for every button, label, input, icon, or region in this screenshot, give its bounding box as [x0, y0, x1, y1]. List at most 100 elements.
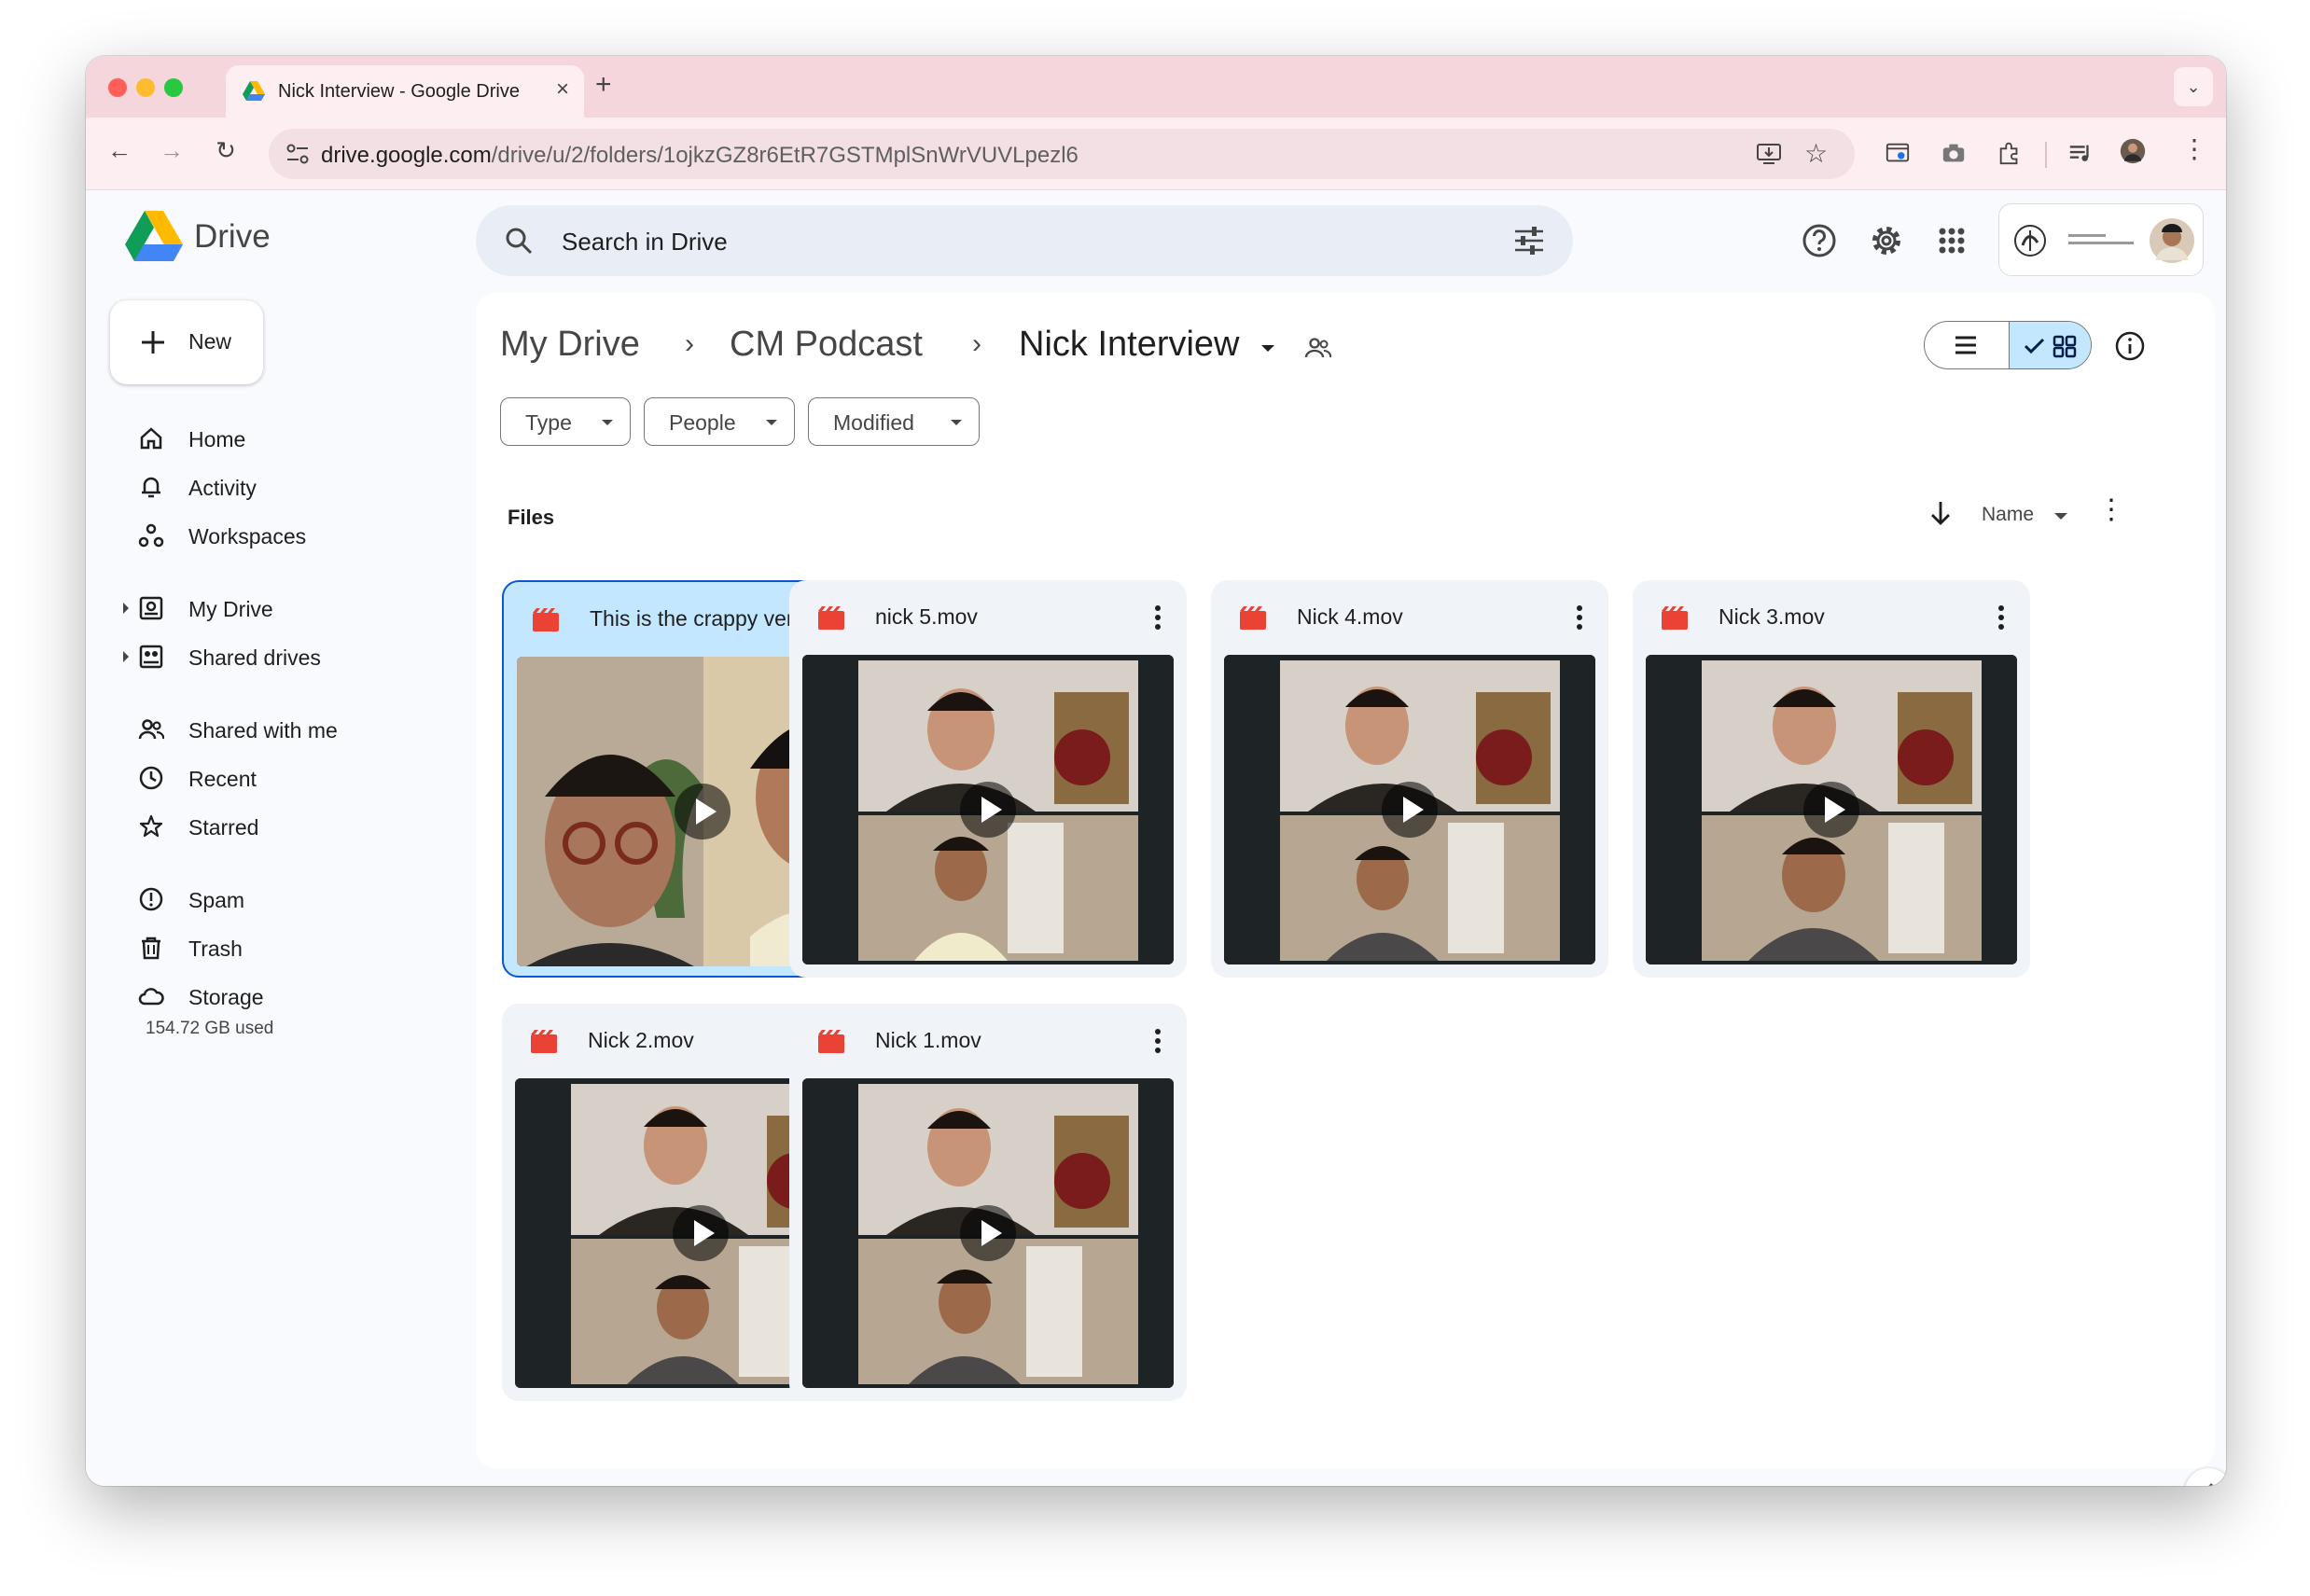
video-thumbnail[interactable] [1646, 655, 2017, 965]
filter-chip-type[interactable]: Type [500, 397, 631, 446]
play-button[interactable] [960, 1205, 1016, 1261]
account-switcher[interactable] [1998, 203, 2204, 276]
sidebar-item-activity[interactable]: Activity [86, 465, 440, 509]
collapse-side-panel-button[interactable] [2185, 1468, 2226, 1486]
play-button[interactable] [1803, 782, 1859, 838]
settings-gear-icon[interactable] [1868, 222, 1905, 259]
file-more-options-icon[interactable] [1569, 603, 1590, 632]
file-card[interactable]: nick 5.mov [789, 580, 1187, 978]
sidebar-item-label: Home [188, 427, 246, 451]
play-button[interactable] [960, 782, 1016, 838]
tab-search-button[interactable]: ⌄ [2174, 67, 2213, 106]
file-card[interactable]: Nick 3.mov [1633, 580, 2030, 978]
close-window-button[interactable] [108, 78, 127, 97]
sidebar-item-starred[interactable]: Starred [86, 804, 440, 849]
expand-caret-icon[interactable] [123, 651, 129, 662]
file-name: nick 5.mov [875, 604, 978, 629]
sidebar-item-recent[interactable]: Recent [86, 756, 440, 800]
sidebar-item-my-drive[interactable]: My Drive [86, 586, 440, 631]
site-settings-icon[interactable] [285, 143, 310, 165]
sidebar-item-label: My Drive [188, 597, 273, 621]
details-info-icon[interactable] [2114, 330, 2146, 362]
sort-by-name-button[interactable]: Name [1982, 504, 2034, 526]
play-button[interactable] [673, 1205, 729, 1261]
screen-share-icon[interactable] [1885, 140, 1911, 166]
browser-tab-active[interactable]: Nick Interview - Google Drive × [226, 65, 584, 118]
tab-title: Nick Interview - Google Drive [278, 81, 520, 102]
search-icon[interactable] [504, 226, 534, 256]
play-icon [1403, 797, 1424, 823]
sort-direction-arrow-icon[interactable] [1927, 498, 1954, 528]
filter-chip-people[interactable]: People [644, 397, 795, 446]
my-drive-icon [139, 596, 163, 620]
minimize-window-button[interactable] [136, 78, 155, 97]
folder-menu-caret-icon[interactable] [1261, 345, 1274, 352]
sidebar-item-label: Recent [188, 767, 257, 791]
filter-chip-label: Type [525, 410, 572, 435]
user-avatar[interactable] [2149, 217, 2195, 264]
list-view-button[interactable] [1925, 322, 2009, 368]
help-icon[interactable] [1801, 222, 1838, 259]
bookmark-star-icon[interactable]: ☆ [1804, 138, 1828, 169]
sidebar-item-label: Workspaces [188, 524, 307, 548]
breadcrumb-my-drive[interactable]: My Drive [500, 325, 640, 365]
filter-chip-modified[interactable]: Modified [808, 397, 980, 446]
play-button[interactable] [1382, 782, 1438, 838]
browser-menu-icon[interactable]: ⋮ [2181, 136, 2207, 162]
browser-toolbar: ← → ↻ drive.google.com/drive/u/2/folders… [86, 118, 2226, 190]
expand-caret-icon[interactable] [123, 603, 129, 614]
breadcrumb-cm-podcast[interactable]: CM Podcast [730, 325, 923, 365]
new-button-label: New [188, 329, 232, 354]
file-name: Nick 4.mov [1297, 604, 1403, 629]
trash-icon [142, 937, 160, 960]
sidebar-item-label: Activity [188, 476, 257, 500]
shared-folder-icon[interactable] [1304, 336, 1332, 360]
breadcrumb-current-folder[interactable]: Nick Interview [1019, 325, 1240, 365]
video-thumbnail[interactable] [802, 1078, 1174, 1388]
people-icon [138, 719, 164, 740]
sidebar-item-shared-with-me[interactable]: Shared with me [86, 707, 440, 752]
search-input[interactable]: Search in Drive [562, 228, 728, 257]
video-thumbnail[interactable] [1224, 655, 1595, 965]
drive-app: Drive Search in Drive New Home Activity … [86, 190, 2226, 1486]
sidebar-item-workspaces[interactable]: Workspaces [86, 513, 440, 558]
search-options-icon[interactable] [1513, 226, 1545, 256]
file-card[interactable]: Nick 1.mov [789, 1004, 1187, 1401]
grid-view-button[interactable] [2009, 322, 2091, 368]
file-more-options-icon[interactable] [1148, 603, 1168, 632]
camera-icon[interactable] [1941, 140, 1967, 166]
video-thumbnail[interactable] [802, 655, 1174, 965]
files-more-options-icon[interactable]: ⋮ [2097, 496, 2125, 524]
maximize-window-button[interactable] [164, 78, 183, 97]
new-button[interactable]: New [110, 300, 263, 384]
profile-avatar-icon[interactable] [2120, 138, 2146, 164]
extensions-icon[interactable] [1997, 140, 2023, 166]
sidebar-item-spam[interactable]: Spam [86, 877, 440, 922]
apps-grid-icon[interactable] [1933, 222, 1970, 259]
forward-button[interactable]: → [155, 136, 188, 165]
tab-close-icon[interactable]: × [550, 76, 575, 103]
new-tab-button[interactable]: + [595, 69, 612, 101]
url-path: /drive/u/2/folders/1ojkzGZ8r6EtR7GSTMplS… [491, 143, 1078, 168]
sidebar-item-trash[interactable]: Trash [86, 925, 440, 970]
address-bar[interactable]: drive.google.com/drive/u/2/folders/1ojkz… [269, 129, 1855, 179]
reload-button[interactable]: ↻ [209, 136, 243, 165]
media-controls-icon[interactable] [2067, 140, 2094, 166]
play-icon [694, 1220, 715, 1246]
install-app-icon[interactable] [1756, 142, 1782, 166]
dropdown-arrow-icon [766, 420, 777, 425]
search-bar[interactable]: Search in Drive [476, 205, 1573, 276]
file-card[interactable]: Nick 4.mov [1211, 580, 1608, 978]
back-button[interactable]: ← [103, 136, 136, 165]
sidebar-item-shared-drives[interactable]: Shared drives [86, 634, 440, 679]
file-more-options-icon[interactable] [1148, 1026, 1168, 1056]
drive-logo-icon [125, 211, 183, 261]
sidebar-item-storage[interactable]: Storage [86, 974, 440, 1019]
filter-chip-label: People [669, 410, 736, 435]
play-button[interactable] [675, 784, 731, 840]
sidebar-item-label: Shared with me [188, 718, 338, 742]
sort-dropdown-arrow-icon[interactable] [2054, 513, 2067, 520]
sidebar-item-home[interactable]: Home [86, 416, 440, 461]
file-more-options-icon[interactable] [1991, 603, 2011, 632]
view-toggle[interactable] [1924, 321, 2092, 369]
